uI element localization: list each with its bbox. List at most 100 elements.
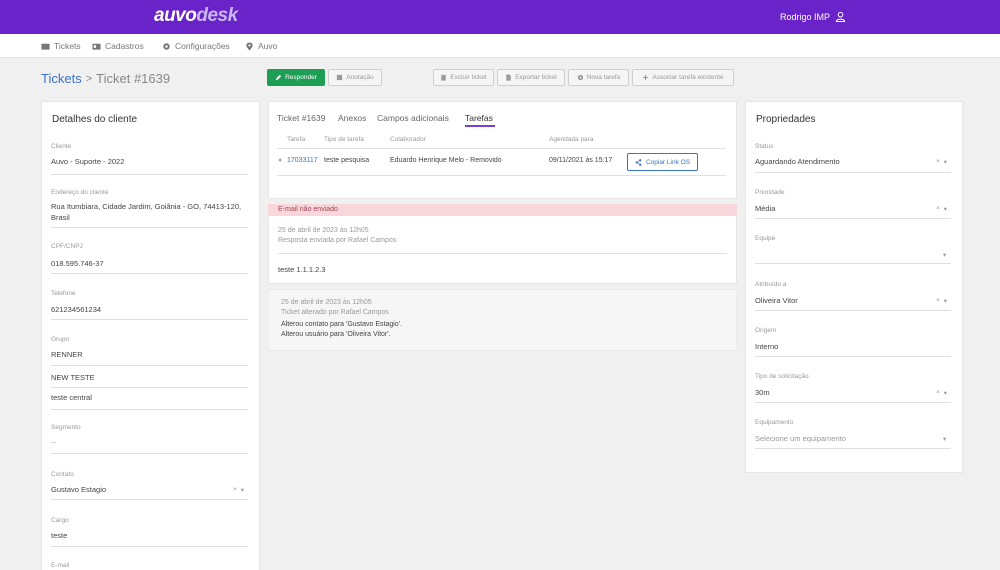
clear-icon[interactable]: × [936, 389, 940, 397]
auvodesk-logo[interactable]: auvodesk [154, 5, 238, 27]
grupo-value: NEW TESTE [51, 373, 95, 382]
atribuido-select[interactable]: Oliveira Vitor [755, 295, 798, 306]
divider [51, 453, 248, 454]
nav-cadastros[interactable]: Cadastros [92, 41, 144, 51]
endereco-label: Endereço do cliente [51, 189, 109, 196]
history-author: Ticket alterado por Rafael Campos [281, 309, 389, 316]
prioridade-dropdown-controls[interactable]: × ▾ [936, 205, 947, 213]
contato-select[interactable]: Gustavo Estagio [51, 484, 106, 495]
gear-icon [577, 74, 583, 81]
nova-tarefa-label: Nova tarefa [586, 74, 621, 81]
tipo-solicitacao-label: Tipo de solicitação [755, 373, 809, 380]
chevron-down-icon[interactable]: ▾ [944, 158, 947, 166]
clear-icon[interactable]: × [936, 297, 940, 305]
tipo-cell: teste pesquisa [324, 157, 370, 164]
divider [51, 387, 248, 388]
status-select[interactable]: Aguardando Atendimento [755, 156, 840, 167]
prioridade-select[interactable]: Média [755, 203, 775, 214]
telefone-value: 621234561234 [51, 305, 102, 314]
equipe-dropdown-controls[interactable]: ▾ [943, 251, 946, 259]
divider [51, 273, 248, 274]
divider [755, 402, 951, 403]
atribuido-dropdown-controls[interactable]: × ▾ [936, 297, 947, 305]
equipamento-label: Equipamento [755, 419, 794, 426]
equipe-label: Equipe [755, 235, 776, 242]
column-header-tarefa: Tarefa [287, 136, 306, 143]
nav-configuracoes-label: Configurações [175, 41, 230, 51]
equipamento-dropdown-controls[interactable]: ▾ [943, 435, 946, 443]
chevron-down-icon[interactable]: ▾ [944, 389, 947, 397]
chevron-down-icon[interactable]: ▾ [943, 435, 946, 443]
divider [51, 499, 248, 500]
excluir-label: Excluir ticket [450, 74, 487, 81]
email-author: Resposta enviada por Rafael Campos [278, 237, 397, 244]
tab-anexos[interactable]: Anexos [338, 113, 366, 123]
divider [755, 263, 951, 264]
logo-part-2: desk [196, 5, 238, 26]
excluir-ticket-button[interactable]: Excluir ticket [433, 69, 494, 86]
nav-auvo[interactable]: Auvo [245, 41, 277, 51]
origem-label: Origem [755, 327, 777, 334]
breadcrumb: Tickets > Ticket #1639 [41, 71, 170, 86]
contato-label: Contato [51, 471, 74, 478]
chevron-down-icon[interactable]: ▾ [943, 251, 946, 259]
clear-icon[interactable]: × [936, 205, 940, 213]
column-header-colaborador: Colaborador [390, 136, 426, 143]
responder-button[interactable]: Responder [267, 69, 325, 86]
tarefa-link[interactable]: 17033117 [287, 157, 318, 164]
tab-campos-adicionais[interactable]: Campos adicionais [377, 113, 449, 123]
gear-icon [163, 42, 170, 50]
top-bar: auvodesk Rodrigo IMP [0, 0, 1000, 34]
copiar-link-os-button[interactable]: Copiar Link OS [627, 153, 698, 171]
cargo-value: teste [51, 531, 68, 540]
email-body: teste 1.1.1.2.3 [278, 265, 326, 274]
plus-icon [643, 74, 649, 81]
breadcrumb-tickets-link[interactable]: Tickets [41, 71, 82, 86]
history-date: 25 de abril de 2023 às 12h05 [281, 299, 372, 306]
file-icon [506, 74, 511, 81]
nav-tickets[interactable]: Tickets [41, 41, 81, 51]
chevron-down-icon[interactable]: ▾ [241, 486, 244, 494]
user-icon [835, 11, 846, 22]
status-dropdown-controls[interactable]: × ▾ [936, 158, 947, 166]
active-tab-indicator [465, 125, 495, 127]
email-label: E-mail [51, 562, 70, 569]
nav-configuracoes[interactable]: Configurações [162, 41, 230, 51]
tipo-dropdown-controls[interactable]: × ▾ [936, 389, 947, 397]
anotacao-button[interactable]: Anotação [328, 69, 382, 86]
page-title: Ticket #1639 [96, 71, 171, 86]
cliente-value: Auvo - Suporte - 2022 [51, 157, 125, 166]
equipamento-select[interactable]: Selecione um equipamento [755, 433, 846, 444]
logo-part-1: auvo [154, 5, 197, 26]
tab-tarefas[interactable]: Tarefas [465, 113, 493, 123]
nova-tarefa-button[interactable]: Nova tarefa [568, 69, 629, 86]
share-icon [635, 158, 642, 166]
anotacao-label: Anotação [346, 74, 374, 81]
clear-icon[interactable]: × [233, 486, 237, 494]
user-menu[interactable]: Rodrigo IMP [780, 11, 846, 22]
divider [755, 356, 951, 357]
contato-dropdown-controls[interactable]: × ▾ [233, 486, 244, 494]
cpf-value: 018.595.746-37 [51, 259, 104, 268]
chevron-right-icon: > [85, 72, 93, 85]
associar-tarefa-button[interactable]: Associar tarefa existente [632, 69, 734, 86]
origem-value: Interno [755, 342, 779, 351]
status-label: Status [755, 143, 774, 150]
chevron-down-icon[interactable]: ▾ [944, 297, 947, 305]
envelope-icon [41, 43, 50, 50]
table-header-divider [277, 148, 726, 149]
email-status-alert: E-mail não enviado [268, 204, 737, 216]
clear-icon[interactable]: × [936, 158, 940, 166]
endereco-value: Rua Itumbiara, Cidade Jardim, Goiânia - … [51, 202, 242, 222]
chevron-down-icon[interactable]: ▾ [944, 205, 947, 213]
divider [51, 365, 248, 366]
exportar-ticket-button[interactable]: Exportar ticket [497, 69, 565, 86]
responder-label: Responder [285, 74, 317, 81]
divider [51, 227, 248, 228]
table-row-divider [277, 175, 726, 176]
divider [51, 546, 248, 547]
prioridade-label: Prioridade [755, 189, 785, 196]
tipo-solicitacao-select[interactable]: 30m [755, 387, 770, 398]
associar-label: Associar tarefa existente [652, 74, 724, 81]
tab-ticket[interactable]: Ticket #1639 [277, 113, 325, 123]
